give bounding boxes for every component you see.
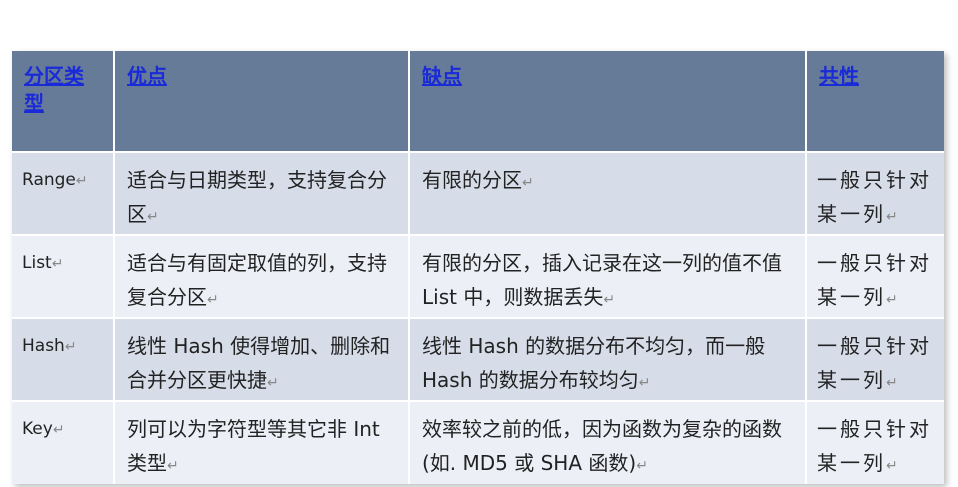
cell-cons: 线性 Hash 的数据分布不均匀，而一般 Hash 的数据分布较均匀↵ xyxy=(409,317,807,401)
return-mark-icon: ↵ xyxy=(886,375,901,391)
return-mark-icon: ↵ xyxy=(636,458,648,474)
cell-common-text: 一般只针对某一列 xyxy=(817,251,932,309)
cell-type-text: Range xyxy=(22,170,76,190)
cell-pros-text: 列可以为字符型等其它非 Int 类型 xyxy=(127,417,380,475)
header-link-common[interactable]: 共性 xyxy=(819,64,859,88)
cell-pros-text: 线性 Hash 使得增加、删除和合并分区更快捷 xyxy=(127,334,391,392)
cell-cons: 有限的分区，插入记录在这一列的值不值 List 中，则数据丢失↵ xyxy=(409,234,807,318)
cell-cons: 效率较之前的低，因为函数为复杂的函数(如. MD5 或 SHA 函数)↵ xyxy=(409,400,807,484)
cell-type: Range↵ xyxy=(12,151,115,235)
cell-pros: 线性 Hash 使得增加、删除和合并分区更快捷↵ xyxy=(114,317,410,401)
page: 分区类型 优点 缺点 共性 Range↵ 适合与日期类型，支持复合分区↵ 有限的… xyxy=(0,0,958,487)
cell-common: 一般只针对某一列↵ xyxy=(806,400,944,484)
return-mark-icon: ↵ xyxy=(886,292,901,308)
cell-pros: 适合与日期类型，支持复合分区↵ xyxy=(114,151,410,235)
cell-common-text: 一般只针对某一列 xyxy=(817,334,932,392)
table-row: Range↵ 适合与日期类型，支持复合分区↵ 有限的分区↵ 一般只针对某一列↵ xyxy=(12,151,944,235)
return-mark-icon: ↵ xyxy=(603,292,616,308)
cell-pros: 适合与有固定取值的列，支持复合分区↵ xyxy=(114,234,410,318)
table-row: List↵ 适合与有固定取值的列，支持复合分区↵ 有限的分区，插入记录在这一列的… xyxy=(12,234,944,318)
cell-common-text: 一般只针对某一列 xyxy=(817,417,932,475)
header-cell-common: 共性 xyxy=(806,51,944,152)
header-link-partition-type[interactable]: 分区类型 xyxy=(24,64,84,115)
header-cell-partition-type: 分区类型 xyxy=(12,51,115,152)
table-row: Hash↵ 线性 Hash 使得增加、删除和合并分区更快捷↵ 线性 Hash 的… xyxy=(12,317,944,401)
return-mark-icon: ↵ xyxy=(886,209,901,225)
return-mark-icon: ↵ xyxy=(207,292,219,308)
return-mark-icon: ↵ xyxy=(167,458,179,474)
cell-type-text: Hash xyxy=(22,336,65,356)
header-link-cons[interactable]: 缺点 xyxy=(422,64,462,88)
header-cell-pros: 优点 xyxy=(114,51,410,152)
cell-cons-text: 有限的分区，插入记录在这一列的值不值 List 中，则数据丢失 xyxy=(422,251,782,309)
return-mark-icon: ↵ xyxy=(522,175,534,191)
return-mark-icon: ↵ xyxy=(147,209,159,225)
cell-type: List↵ xyxy=(12,234,115,318)
table-row: Key↵ 列可以为字符型等其它非 Int 类型↵ 效率较之前的低，因为函数为复杂… xyxy=(12,400,944,484)
header-link-pros[interactable]: 优点 xyxy=(127,64,167,88)
cell-pros-text: 适合与有固定取值的列，支持复合分区 xyxy=(127,251,387,309)
cell-cons-text: 线性 Hash 的数据分布不均匀，而一般 Hash 的数据分布较均匀 xyxy=(422,334,766,392)
cell-common: 一般只针对某一列↵ xyxy=(806,151,944,235)
return-mark-icon: ↵ xyxy=(638,375,651,391)
cell-common: 一般只针对某一列↵ xyxy=(806,234,944,318)
partition-comparison-table: 分区类型 优点 缺点 共性 Range↵ 适合与日期类型，支持复合分区↵ 有限的… xyxy=(12,51,944,484)
cell-type-text: List xyxy=(22,253,52,273)
return-mark-icon: ↵ xyxy=(886,458,901,474)
return-mark-icon: ↵ xyxy=(52,422,65,438)
cell-common-text: 一般只针对某一列 xyxy=(817,168,932,226)
cell-type: Hash↵ xyxy=(12,317,115,401)
cell-type-text: Key xyxy=(22,419,53,439)
cell-type: Key↵ xyxy=(12,400,115,484)
return-mark-icon: ↵ xyxy=(267,375,279,391)
cell-cons: 有限的分区↵ xyxy=(409,151,807,235)
return-mark-icon: ↵ xyxy=(51,256,64,272)
table-header-row: 分区类型 优点 缺点 共性 xyxy=(12,51,944,152)
return-mark-icon: ↵ xyxy=(64,339,77,355)
return-mark-icon: ↵ xyxy=(75,173,88,189)
header-cell-cons: 缺点 xyxy=(409,51,807,152)
cell-cons-text: 有限的分区 xyxy=(422,168,522,192)
cell-cons-text: 效率较之前的低，因为函数为复杂的函数(如. MD5 或 SHA 函数) xyxy=(422,417,782,475)
cell-common: 一般只针对某一列↵ xyxy=(806,317,944,401)
cell-pros: 列可以为字符型等其它非 Int 类型↵ xyxy=(114,400,410,484)
cell-pros-text: 适合与日期类型，支持复合分区 xyxy=(127,168,387,226)
